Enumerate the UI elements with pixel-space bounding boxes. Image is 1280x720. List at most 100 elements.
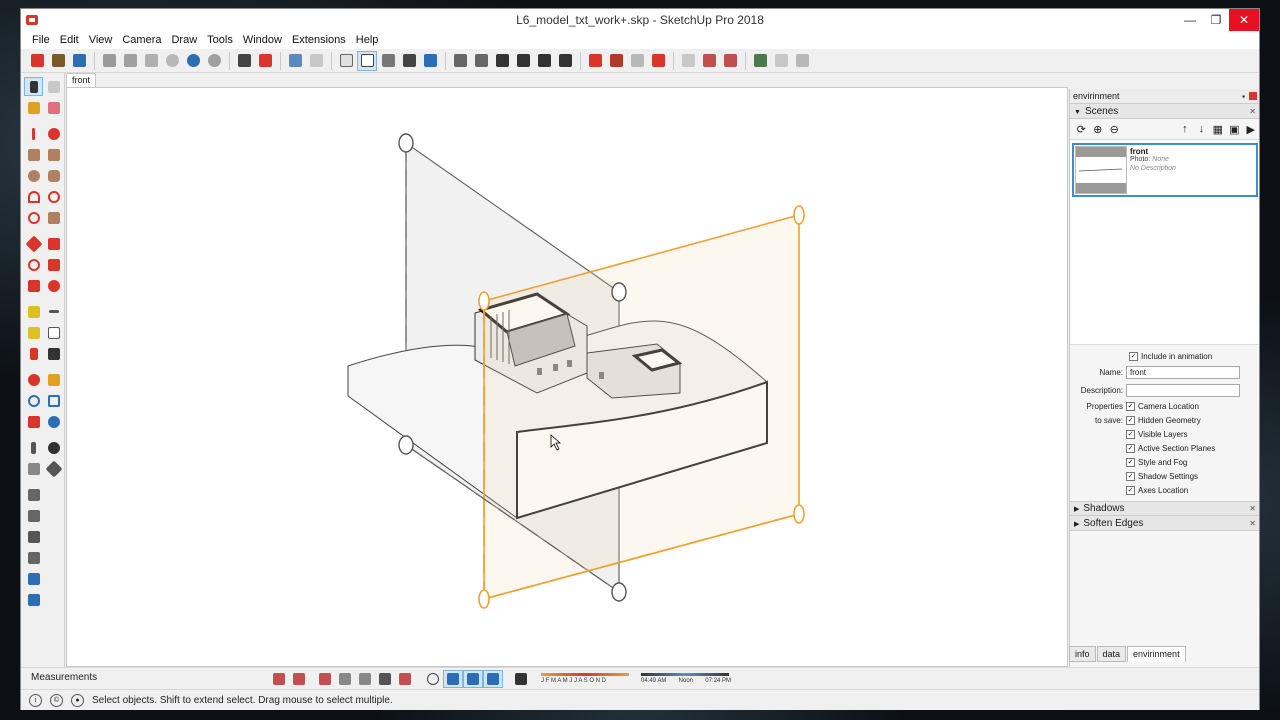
section-display-icon[interactable] — [335, 670, 355, 688]
view-options-icon[interactable]: ▦ — [1210, 121, 1226, 137]
push-pull-icon[interactable] — [44, 234, 63, 253]
style-and-fog-checkbox[interactable]: ✓ — [1126, 457, 1135, 467]
circle-tool-icon[interactable] — [24, 166, 43, 185]
menu-camera[interactable]: Camera — [117, 34, 166, 46]
top-view-icon[interactable] — [471, 51, 491, 71]
shadow-month-slider[interactable]: J F M A M J J A S O N D — [539, 671, 631, 687]
section-plane-icon[interactable] — [44, 459, 63, 478]
eraser-icon[interactable] — [44, 98, 63, 117]
paste-icon[interactable] — [141, 51, 161, 71]
offset-tool-icon[interactable] — [44, 276, 63, 295]
axes-tool-icon[interactable] — [24, 344, 43, 363]
scale-tool-icon[interactable] — [24, 276, 43, 295]
scenes-close-icon[interactable]: ✕ — [1249, 107, 1256, 116]
tab-data[interactable]: data — [1096, 646, 1127, 662]
tape-measure-icon[interactable] — [24, 302, 43, 321]
right-view-icon[interactable] — [513, 51, 533, 71]
tab-info[interactable]: info — [1069, 646, 1096, 662]
sandbox-view-icon[interactable] — [443, 670, 463, 688]
back-view-icon[interactable] — [534, 51, 554, 71]
move-tool-icon[interactable] — [24, 234, 43, 253]
expand-arrow-icon[interactable]: ▶ — [1074, 521, 1079, 528]
text-tool-icon[interactable] — [44, 323, 63, 342]
move-scene-up-icon[interactable]: ↑ — [1177, 121, 1193, 137]
solid-inspector-icon[interactable] — [720, 51, 740, 71]
fog-icon[interactable] — [289, 670, 309, 688]
menu-tools[interactable]: Tools — [202, 34, 238, 46]
model-info-icon[interactable] — [255, 51, 275, 71]
include-animation-checkbox[interactable]: ✓ — [1129, 351, 1138, 361]
erase-icon[interactable] — [162, 51, 182, 71]
shaded-textures-icon[interactable] — [399, 51, 419, 71]
section-export-icon[interactable] — [395, 670, 415, 688]
protractor-icon[interactable] — [24, 323, 43, 342]
scenes-panel-header[interactable]: ▼ Scenes ✕ — [1070, 104, 1259, 119]
zoom-extents-icon[interactable] — [24, 412, 43, 431]
style-builder-icon[interactable] — [771, 51, 791, 71]
two-point-arc-icon[interactable] — [44, 187, 63, 206]
polygon-tool-icon[interactable] — [44, 166, 63, 185]
display-section-cuts-icon[interactable] — [24, 506, 43, 525]
model-viewport[interactable] — [66, 87, 1068, 667]
previous-view-icon[interactable] — [44, 412, 63, 431]
sandbox-add-detail-icon[interactable] — [463, 670, 483, 688]
sandbox-from-scratch-icon[interactable] — [24, 569, 43, 588]
shadows-panel-header[interactable]: ▶ Shadows ✕ — [1070, 501, 1259, 516]
left-view-icon[interactable] — [555, 51, 575, 71]
new-file-icon[interactable] — [27, 51, 47, 71]
freehand-tool-icon[interactable] — [44, 124, 63, 143]
minimize-icon[interactable]: — — [1177, 9, 1203, 31]
three-point-arc-icon[interactable] — [24, 208, 43, 227]
share-component-icon[interactable] — [627, 51, 647, 71]
3d-text-icon[interactable] — [44, 344, 63, 363]
credits-icon[interactable]: © — [50, 693, 63, 707]
orbit-tool-icon[interactable] — [24, 370, 43, 389]
menu-draw[interactable]: Draw — [166, 34, 202, 46]
rectangle-tool-icon[interactable] — [24, 145, 43, 164]
display-section-fill-icon[interactable] — [24, 527, 43, 546]
display-section-planes-icon[interactable] — [24, 485, 43, 504]
remove-scene-icon[interactable]: ⊖ — [1106, 121, 1122, 137]
iso-view-icon[interactable] — [450, 51, 470, 71]
open-file-icon[interactable] — [48, 51, 68, 71]
select-tool-icon[interactable] — [24, 77, 43, 96]
position-camera-icon[interactable] — [24, 438, 43, 457]
details-icon[interactable]: ▶ — [1243, 121, 1259, 137]
sandbox-flip-icon[interactable] — [483, 670, 503, 688]
section-fill-icon[interactable] — [375, 670, 395, 688]
front-view-icon[interactable] — [492, 51, 512, 71]
maximize-icon[interactable]: ❐ — [1203, 9, 1229, 31]
scene-name-field[interactable]: front — [1126, 365, 1240, 379]
axes-location-checkbox[interactable]: ✓ — [1126, 485, 1135, 495]
scene-description-field[interactable] — [1126, 383, 1240, 397]
tray-close-icon[interactable] — [1249, 92, 1257, 100]
soften-edges-close-icon[interactable]: ✕ — [1249, 519, 1256, 528]
extension-warehouse-icon[interactable] — [648, 51, 668, 71]
add-scene-icon[interactable]: ⊕ — [1089, 121, 1105, 137]
arc-tool-icon[interactable] — [24, 187, 43, 206]
menu-extensions[interactable]: Extensions — [287, 34, 351, 46]
scene-tab-front[interactable]: front — [66, 73, 97, 87]
hidden-geometry-checkbox[interactable]: ✓ — [1126, 415, 1135, 425]
rotate-tool-icon[interactable] — [24, 255, 43, 274]
sandbox-from-contours-icon[interactable] — [24, 548, 43, 567]
pin-icon[interactable]: ▪ — [1242, 92, 1245, 101]
follow-me-icon[interactable] — [44, 255, 63, 274]
expand-arrow-icon[interactable]: ▶ — [1074, 506, 1079, 513]
shadow-settings-checkbox[interactable]: ✓ — [1126, 471, 1135, 481]
zoom-tool-icon[interactable] — [24, 391, 43, 410]
camera-location-checkbox[interactable]: ✓ — [1126, 401, 1135, 411]
hidden-line-icon[interactable] — [357, 50, 377, 71]
back-edges-icon[interactable] — [306, 51, 326, 71]
paint-bucket-icon[interactable] — [24, 98, 43, 117]
pan-tool-icon[interactable] — [44, 370, 63, 389]
cut-icon[interactable] — [99, 51, 119, 71]
copy-icon[interactable] — [120, 51, 140, 71]
user-icon[interactable]: ● — [71, 693, 84, 707]
tab-envirinment[interactable]: envirinment — [1127, 646, 1186, 662]
download-icon[interactable] — [792, 51, 812, 71]
look-around-icon[interactable] — [44, 438, 63, 457]
section-cut-icon[interactable] — [355, 670, 375, 688]
zoom-window-icon[interactable] — [44, 391, 63, 410]
rotated-rectangle-icon[interactable] — [44, 145, 63, 164]
